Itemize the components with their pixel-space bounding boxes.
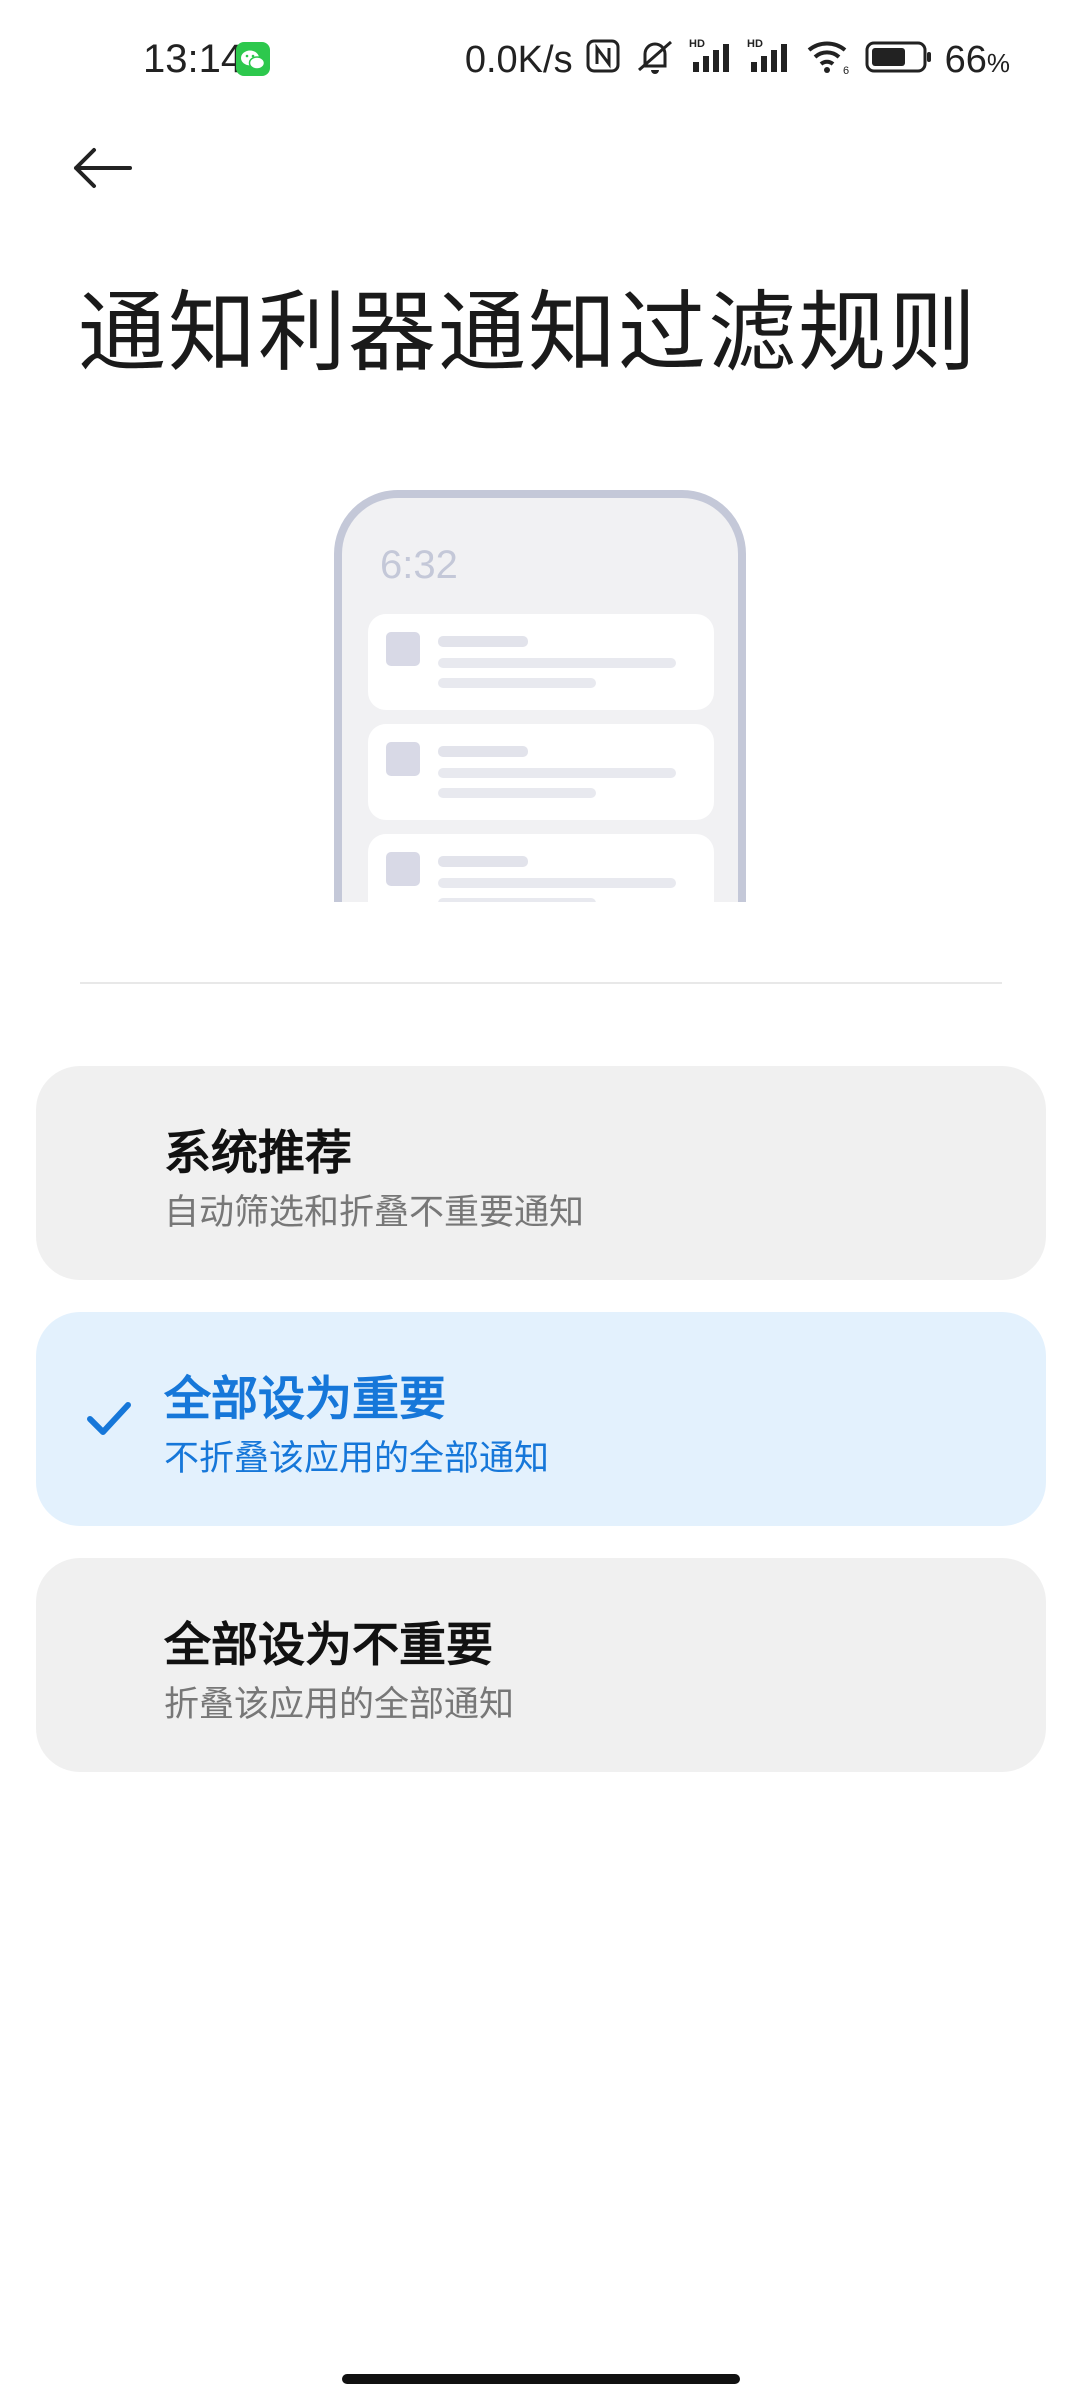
- back-arrow-icon: [70, 146, 134, 194]
- option-all-important[interactable]: 全部设为重要 不折叠该应用的全部通知: [36, 1312, 1046, 1526]
- option-title: 全部设为不重要: [164, 1618, 493, 1673]
- option-subtitle: 自动筛选和折叠不重要通知: [164, 1193, 585, 1233]
- phone-illustration: 6:32: [334, 490, 746, 902]
- screen: 13:14 0.0K/s HD HD 6 66% 通知利器通知过滤规则 6:32…: [0, 0, 1080, 2400]
- option-subtitle: 不折叠该应用的全部通知: [164, 1439, 550, 1479]
- nfc-icon: [585, 38, 621, 83]
- check-icon: [84, 1397, 134, 1441]
- svg-text:HD: HD: [747, 38, 763, 50]
- option-subtitle: 折叠该应用的全部通知: [164, 1685, 515, 1725]
- signal-hd-icon: HD: [747, 36, 793, 85]
- wifi-icon: 6: [805, 36, 853, 85]
- signal-hd-icon: HD: [689, 36, 735, 85]
- svg-text:6: 6: [843, 65, 849, 76]
- status-right: 0.0K/s HD HD 6 66%: [465, 36, 1010, 85]
- home-indicator[interactable]: [342, 2374, 740, 2384]
- battery-percent: 66%: [944, 39, 1010, 81]
- option-system-recommended[interactable]: 系统推荐 自动筛选和折叠不重要通知: [36, 1066, 1046, 1280]
- status-bar: 13:14 0.0K/s HD HD 6 66%: [0, 0, 1080, 120]
- battery-icon: [865, 39, 933, 83]
- divider: [80, 982, 1002, 984]
- option-all-unimportant[interactable]: 全部设为不重要 折叠该应用的全部通知: [36, 1558, 1046, 1772]
- back-button[interactable]: [70, 135, 150, 205]
- status-time: 13:14: [143, 37, 244, 81]
- wechat-icon: [236, 42, 270, 76]
- network-speed: 0.0K/s: [464, 39, 573, 81]
- mute-icon: [633, 36, 677, 85]
- illustration-time: 6:32: [380, 543, 458, 587]
- option-title: 系统推荐: [164, 1126, 352, 1181]
- svg-text:HD: HD: [689, 38, 705, 50]
- option-title: 全部设为重要: [164, 1372, 446, 1427]
- page-title: 通知利器通知过滤规则: [78, 281, 979, 384]
